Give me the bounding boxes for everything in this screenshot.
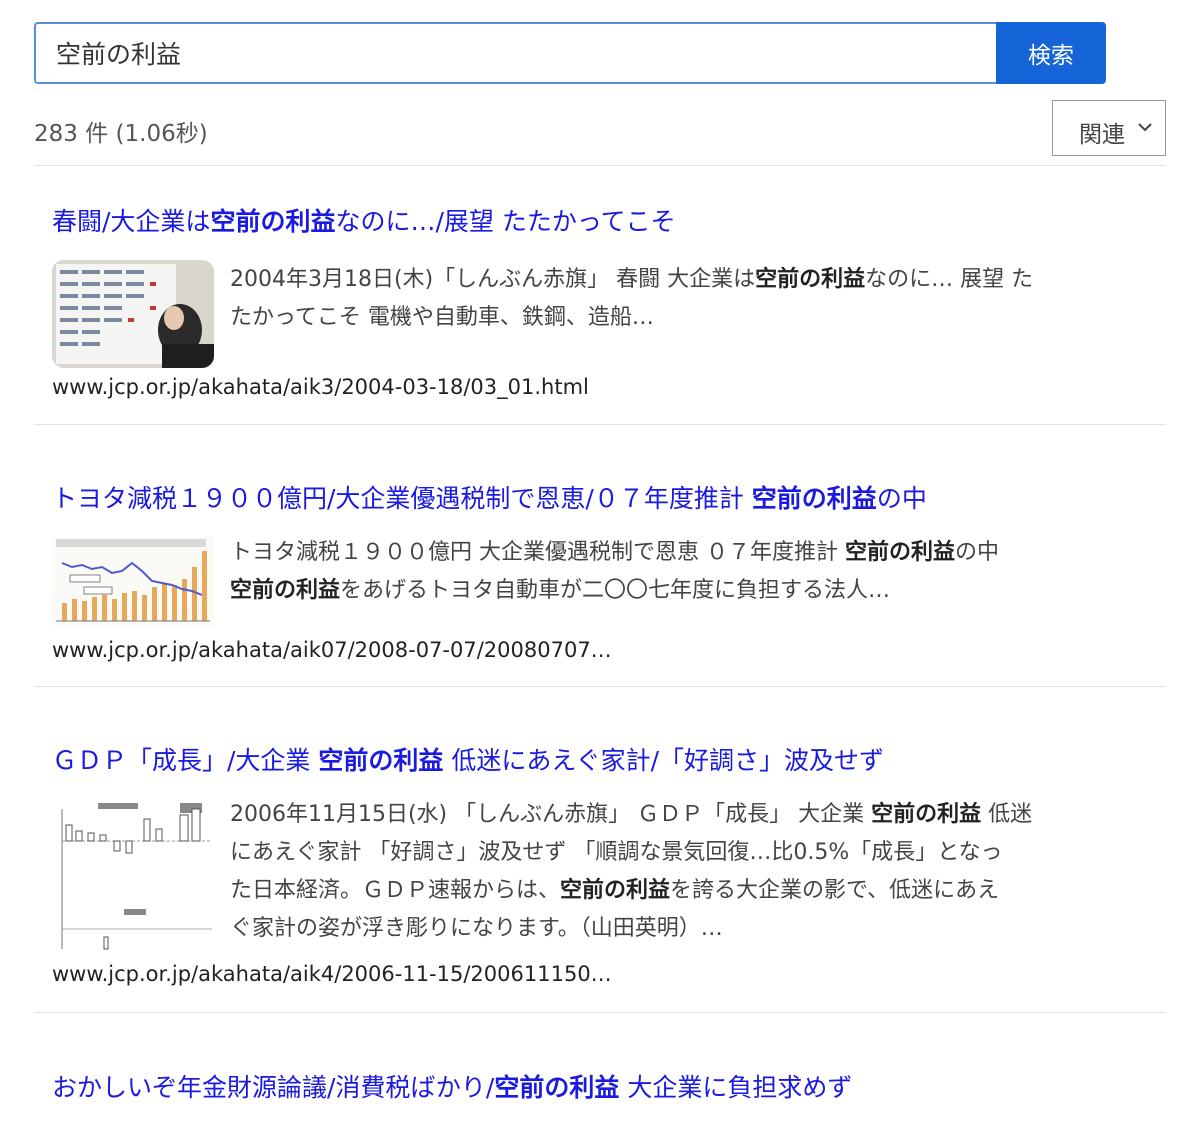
result-url[interactable]: www.jcp.or.jp/akahata/aik07/2008-07-07/2… <box>52 638 612 662</box>
snippet-line: にあえぐ家計 「好調さ」波及せず 「順調な景気回復…比0.5%「成長」となっ <box>230 834 1150 872</box>
result-url[interactable]: www.jcp.or.jp/akahata/aik3/2004-03-18/03… <box>52 375 589 399</box>
title-text: ＧＤＰ「成長」/大企業 <box>52 746 319 775</box>
result-snippet: 2006年11月15日(水) 「しんぶん赤旗」 ＧＤＰ「成長」 大企業 空前の利… <box>230 796 1150 948</box>
search-time: (1.06秒) <box>115 121 208 147</box>
title-text: トヨタ減税１９００億円/大企業優遇税制で恩恵/０７年度推計 <box>52 484 752 513</box>
title-highlight: 空前の利益 <box>318 746 444 775</box>
snippet-highlight: 空前の利益 <box>844 540 955 565</box>
divider <box>34 1012 1166 1013</box>
snippet-line: 2006年11月15日(水) 「しんぶん赤旗」 ＧＤＰ「成長」 大企業 空前の利… <box>230 796 1150 834</box>
result-title-link[interactable]: おかしいぞ年金財源論議/消費税ばかり/空前の利益 大企業に負担求めず <box>52 1071 1162 1105</box>
snippet-text: 2004年3月18日(木)「しんぶん赤旗」 春闘 大企業は <box>230 267 756 292</box>
snippet-line: 2004年3月18日(木)「しんぶん赤旗」 春闘 大企業は空前の利益なのに… 展… <box>230 261 1150 299</box>
snippet-text: 2006年11月15日(水) 「しんぶん赤旗」 ＧＤＰ「成長」 大企業 <box>230 802 872 827</box>
results-meta: 283 件 (1.06秒) 関連 <box>34 100 1166 158</box>
sort-select[interactable]: 関連 <box>1052 100 1166 156</box>
title-text: 低迷にあえぐ家計/「好調さ」波及せず <box>443 746 885 775</box>
result-title-link[interactable]: 春闘/大企業は空前の利益なのに…/展望 たたかってこそ <box>52 205 1162 239</box>
search-result: 春闘/大企業は空前の利益なのに…/展望 たたかってこそ 2004年3月18日(木… <box>34 205 1166 405</box>
document-thumbnail-icon[interactable] <box>52 1123 202 1129</box>
bar-chart-thumbnail-icon[interactable] <box>52 799 214 957</box>
photo-thumbnail-icon[interactable] <box>52 260 214 368</box>
snippet-text: たかってこそ 電機や自動車、鉄鋼、造船… <box>230 305 654 330</box>
snippet-text: ぐ家計の姿が浮き彫りになります。（山田英明）… <box>230 916 723 941</box>
snippet-highlight: 空前の利益 <box>560 878 671 903</box>
chevron-down-icon <box>1138 123 1152 132</box>
divider <box>34 165 1166 166</box>
snippet-text: をあげるトヨタ自動車が二〇〇七年度に負担する法人… <box>340 578 891 603</box>
snippet-line: た日本経済。ＧＤＰ速報からは、空前の利益を誇る大企業の影で、低迷にあえ <box>230 872 1150 910</box>
snippet-line: たかってこそ 電機や自動車、鉄鋼、造船… <box>230 299 1150 337</box>
snippet-highlight: 空前の利益 <box>230 578 341 603</box>
snippet-text: 低迷 <box>981 802 1033 827</box>
snippet-text: なのに… 展望 た <box>865 267 1034 292</box>
title-highlight: 空前の利益 <box>210 207 336 236</box>
title-highlight: 空前の利益 <box>494 1073 620 1102</box>
divider <box>34 686 1166 687</box>
search-result: おかしいぞ年金財源論議/消費税ばかり/空前の利益 大企業に負担求めず <box>34 1071 1166 1129</box>
snippet-line: トヨタ減税１９００億円 大企業優遇税制で恩恵 ０７年度推計 空前の利益の中 <box>230 534 1150 572</box>
result-snippet: トヨタ減税１９００億円 大企業優遇税制で恩恵 ０７年度推計 空前の利益の中 空前… <box>230 534 1150 610</box>
search-button[interactable]: 検索 <box>996 22 1106 84</box>
divider <box>34 424 1166 425</box>
title-text: 春闘/大企業は <box>52 207 211 236</box>
snippet-text: を誇る大企業の影で、低迷にあえ <box>670 878 1000 903</box>
search-result: ＧＤＰ「成長」/大企業 空前の利益 低迷にあえぐ家計/「好調さ」波及せず 200… <box>34 744 1166 994</box>
snippet-line: ぐ家計の姿が浮き彫りになります。（山田英明）… <box>230 910 1150 948</box>
search-bar: 検索 <box>34 22 1106 84</box>
snippet-highlight: 空前の利益 <box>755 267 866 292</box>
result-url[interactable]: www.jcp.or.jp/akahata/aik4/2006-11-15/20… <box>52 962 612 986</box>
title-text: 大企業に負担求めず <box>619 1073 853 1102</box>
snippet-highlight: 空前の利益 <box>871 802 982 827</box>
result-title-link[interactable]: ＧＤＰ「成長」/大企業 空前の利益 低迷にあえぐ家計/「好調さ」波及せず <box>52 744 1162 778</box>
result-title-link[interactable]: トヨタ減税１９００億円/大企業優遇税制で恩恵/０７年度推計 空前の利益の中 <box>52 482 1162 516</box>
result-count: 283 件 (1.06秒) <box>34 114 208 148</box>
result-snippet: 2004年3月18日(木)「しんぶん赤旗」 春闘 大企業は空前の利益なのに… 展… <box>230 261 1150 337</box>
sort-select-value: 関連 <box>1079 122 1125 148</box>
search-input[interactable] <box>34 22 996 84</box>
snippet-text: た日本経済。ＧＤＰ速報からは、 <box>230 878 561 903</box>
title-text: なのに…/展望 たたかってこそ <box>335 207 676 236</box>
search-result: トヨタ減税１９００億円/大企業優遇税制で恩恵/０７年度推計 空前の利益の中 トヨ… <box>34 482 1166 667</box>
title-text: の中 <box>876 484 927 513</box>
title-highlight: 空前の利益 <box>751 484 877 513</box>
chart-thumbnail-icon[interactable] <box>52 537 214 627</box>
snippet-text: の中 <box>955 540 1000 565</box>
snippet-line: 空前の利益をあげるトヨタ自動車が二〇〇七年度に負担する法人… <box>230 572 1150 610</box>
snippet-text: にあえぐ家計 「好調さ」波及せず 「順調な景気回復…比0.5%「成長」となっ <box>230 840 1003 865</box>
title-text: おかしいぞ年金財源論議/消費税ばかり/ <box>52 1073 495 1102</box>
snippet-text: トヨタ減税１９００億円 大企業優遇税制で恩恵 ０７年度推計 <box>230 540 845 565</box>
result-count-number: 283 件 <box>34 121 109 147</box>
